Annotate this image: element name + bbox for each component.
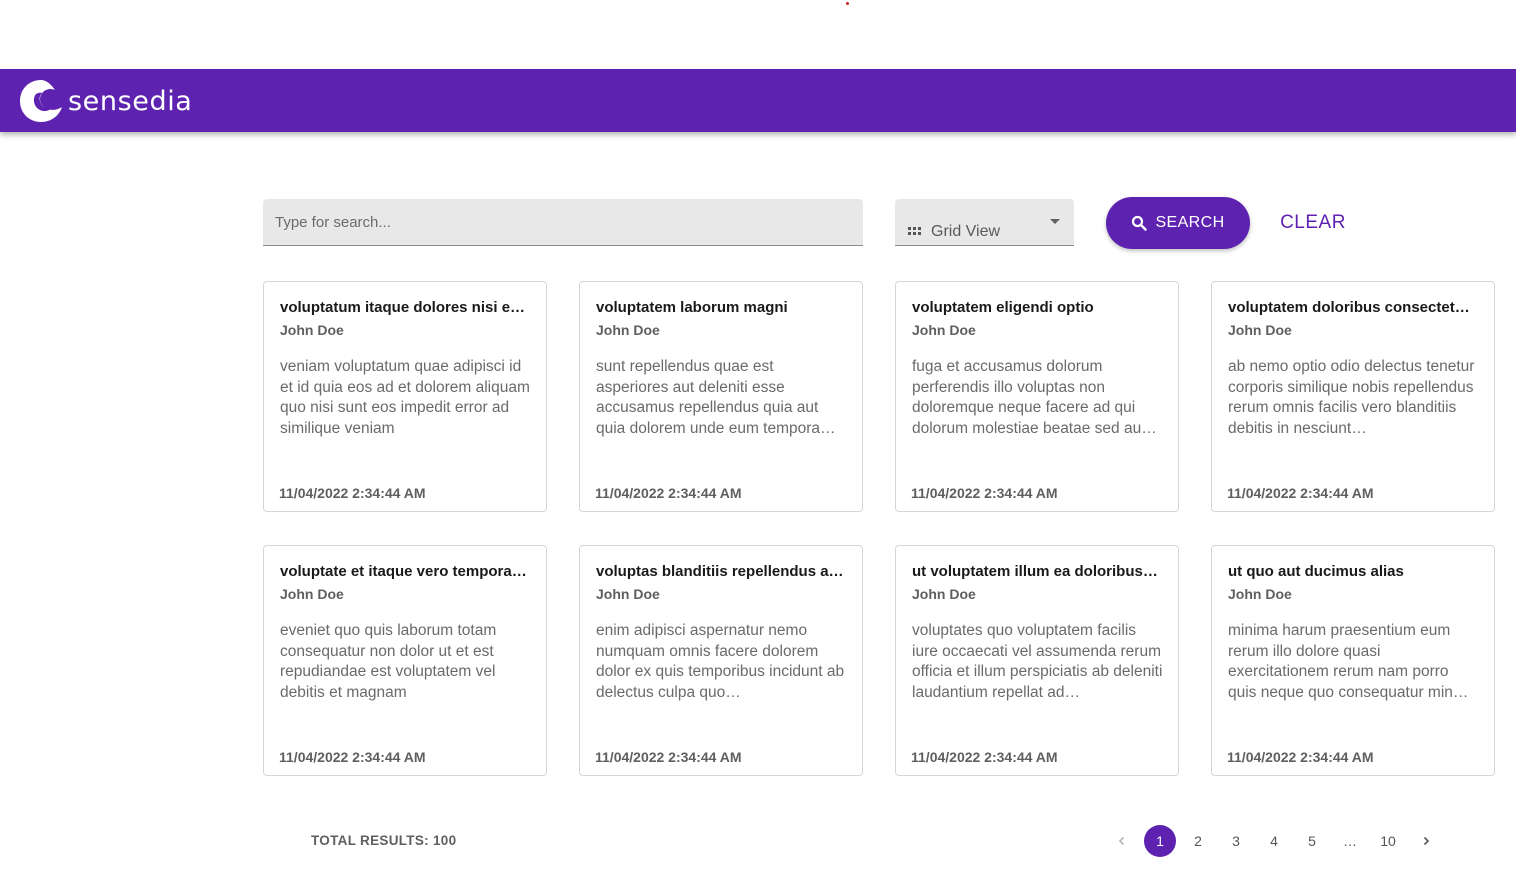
view-mode-label: Grid View (931, 223, 1001, 240)
grid-icon (908, 227, 921, 235)
card-date: 11/04/2022 2:34:44 AM (1227, 749, 1374, 765)
page-button-10[interactable]: 10 (1372, 825, 1404, 857)
card-author: John Doe (1228, 322, 1292, 338)
card-author: John Doe (280, 586, 344, 602)
chevron-left-icon (1118, 836, 1125, 846)
card-date: 11/04/2022 2:34:44 AM (279, 749, 426, 765)
card-body: voluptates quo voluptatem facilis iure o… (912, 622, 1163, 701)
search-icon (1132, 215, 1148, 231)
result-card[interactable]: ut quo aut ducimus alias John Doe minima… (1211, 545, 1495, 776)
card-author: John Doe (1228, 586, 1292, 602)
card-title: voluptatem eligendi optio (912, 299, 1094, 316)
card-date: 11/04/2022 2:34:44 AM (595, 749, 742, 765)
search-button[interactable]: SEARCH (1106, 197, 1250, 249)
card-author: John Doe (912, 322, 976, 338)
card-body: ab nemo optio odio delectus tenetur corp… (1228, 358, 1475, 437)
card-body: enim adipisci aspernatur nemo numquam om… (596, 622, 845, 701)
result-card[interactable]: voluptas blanditiis repellendus a… John … (579, 545, 863, 776)
next-page-button[interactable] (1410, 825, 1442, 857)
search-input[interactable] (263, 199, 863, 246)
chevron-right-icon (1423, 836, 1430, 846)
card-body: minima harum praesentium eum rerum illo … (1228, 622, 1469, 701)
clear-button[interactable]: CLEAR (1270, 197, 1356, 249)
result-card[interactable]: voluptatum itaque dolores nisi et… John … (263, 281, 547, 512)
search-button-label: SEARCH (1155, 214, 1225, 231)
card-date: 11/04/2022 2:34:44 AM (911, 485, 1058, 501)
app-header: sensedia (0, 69, 1516, 132)
page-button-4[interactable]: 4 (1258, 825, 1290, 857)
card-title: voluptate et itaque vero tempora … (280, 563, 530, 580)
view-mode-select[interactable]: Grid View (895, 199, 1074, 246)
brand-name: sensedia (68, 85, 193, 117)
card-date: 11/04/2022 2:34:44 AM (595, 485, 742, 501)
page-button-3[interactable]: 3 (1220, 825, 1252, 857)
result-card[interactable]: ut voluptatem illum ea doloribus … John … (895, 545, 1179, 776)
page-button-2[interactable]: 2 (1182, 825, 1214, 857)
brand-logo[interactable]: sensedia (18, 78, 192, 124)
card-date: 11/04/2022 2:34:44 AM (1227, 485, 1374, 501)
card-body: sunt repellendus quae est asperiores aut… (596, 358, 836, 437)
page-ellipsis: … (1343, 833, 1357, 849)
card-title: voluptatum itaque dolores nisi et… (280, 299, 530, 316)
card-title: ut voluptatem illum ea doloribus … (912, 563, 1162, 580)
result-card[interactable]: voluptatem laborum magni John Doe sunt r… (579, 281, 863, 512)
card-title: voluptatem doloribus consectetu… (1228, 299, 1478, 316)
card-body: eveniet quo quis laborum totam consequat… (280, 622, 497, 701)
sensedia-logo-icon (20, 80, 62, 122)
total-results: TOTAL RESULTS: 100 (311, 833, 457, 848)
card-author: John Doe (596, 322, 660, 338)
chevron-down-icon (1050, 219, 1060, 224)
card-author: John Doe (596, 586, 660, 602)
page-button-1[interactable]: 1 (1144, 825, 1176, 857)
card-date: 11/04/2022 2:34:44 AM (279, 485, 426, 501)
card-title: voluptatem laborum magni (596, 299, 788, 316)
page-button-5[interactable]: 5 (1296, 825, 1328, 857)
result-card[interactable]: voluptatem eligendi optio John Doe fuga … (895, 281, 1179, 512)
card-title: ut quo aut ducimus alias (1228, 563, 1404, 580)
card-body: veniam voluptatum quae adipisci id et id… (280, 358, 530, 437)
card-author: John Doe (912, 586, 976, 602)
card-body: fuga et accusamus dolorum perferendis il… (912, 358, 1157, 437)
card-author: John Doe (280, 322, 344, 338)
result-card[interactable]: voluptatem doloribus consectetu… John Do… (1211, 281, 1495, 512)
prev-page-button[interactable] (1106, 825, 1138, 857)
card-date: 11/04/2022 2:34:44 AM (911, 749, 1058, 765)
card-title: voluptas blanditiis repellendus a… (596, 563, 844, 580)
status-dot (846, 2, 849, 5)
pagination: 1 2 3 4 5 … 10 (1106, 824, 1448, 858)
result-card[interactable]: voluptate et itaque vero tempora … John … (263, 545, 547, 776)
